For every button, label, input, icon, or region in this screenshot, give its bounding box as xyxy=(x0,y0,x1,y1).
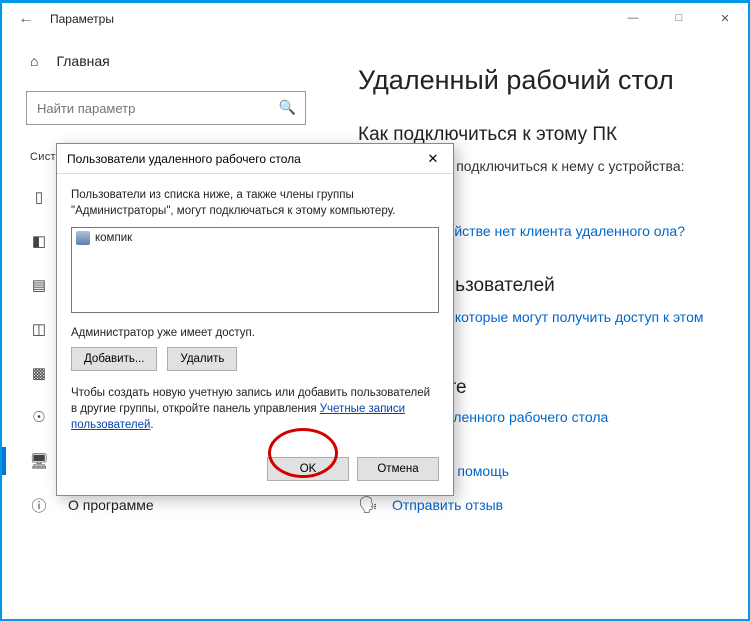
minimize-button[interactable]: — xyxy=(610,3,656,33)
dialog-body: Пользователи из списка ниже, а также чле… xyxy=(57,174,453,445)
projection-icon: ▩ xyxy=(30,364,48,382)
search-wrap: 🔍 xyxy=(26,91,306,125)
search-input[interactable] xyxy=(26,91,306,125)
tablet-icon: ▤ xyxy=(30,276,48,294)
dialog-titlebar: Пользователи удаленного рабочего стола ✕ xyxy=(57,144,453,174)
dialog-listbuttons: Добавить... Удалить xyxy=(71,347,439,371)
search-icon: 🔍 xyxy=(279,99,296,116)
home-icon: ⌂ xyxy=(30,53,38,69)
page-title: Удаленный рабочий стол xyxy=(358,65,720,96)
window-title: Параметры xyxy=(50,12,114,26)
feedback-row: 🗣 Отправить отзыв xyxy=(358,495,720,515)
user-listbox[interactable]: компик xyxy=(71,227,439,313)
create-account-text: Чтобы создать новую учетную запись или д… xyxy=(71,385,439,433)
sidebar-item-label: О программе xyxy=(68,497,154,513)
admin-note: Администратор уже имеет доступ. xyxy=(71,327,439,339)
window-controls: — □ ✕ xyxy=(610,3,748,33)
user-item[interactable]: компик xyxy=(74,230,436,246)
add-user-button[interactable]: Добавить... xyxy=(71,347,157,371)
home-label: Главная xyxy=(56,53,109,69)
dialog-intro: Пользователи из списка ниже, а также чле… xyxy=(71,188,439,219)
back-button[interactable]: ← xyxy=(10,10,42,28)
dialog-title: Пользователи удаленного рабочего стола xyxy=(67,152,301,166)
maximize-button[interactable]: □ xyxy=(656,3,702,33)
remote-desktop-icon: 🖥 xyxy=(30,452,48,470)
multitask-icon: ◫ xyxy=(30,320,48,338)
sidebar-home[interactable]: ⌂ Главная xyxy=(2,45,330,77)
close-button[interactable]: ✕ xyxy=(702,3,748,33)
remove-user-button[interactable]: Удалить xyxy=(167,347,237,371)
display-icon: ▯ xyxy=(30,188,48,206)
dialog-close-button[interactable]: ✕ xyxy=(419,147,447,171)
dialog-footer: OK Отмена xyxy=(57,445,453,495)
feedback-link[interactable]: Отправить отзыв xyxy=(392,497,503,513)
info-icon: ⓘ xyxy=(30,496,48,514)
experience-icon: ☉ xyxy=(30,408,48,426)
remote-users-dialog: Пользователи удаленного рабочего стола ✕… xyxy=(56,143,454,496)
user-name: компик xyxy=(95,232,132,244)
cancel-button[interactable]: Отмена xyxy=(357,457,439,481)
feedback-icon: 🗣 xyxy=(358,495,378,515)
devices-icon: ◧ xyxy=(30,232,48,250)
user-icon xyxy=(76,231,90,245)
ok-button[interactable]: OK xyxy=(267,457,349,481)
